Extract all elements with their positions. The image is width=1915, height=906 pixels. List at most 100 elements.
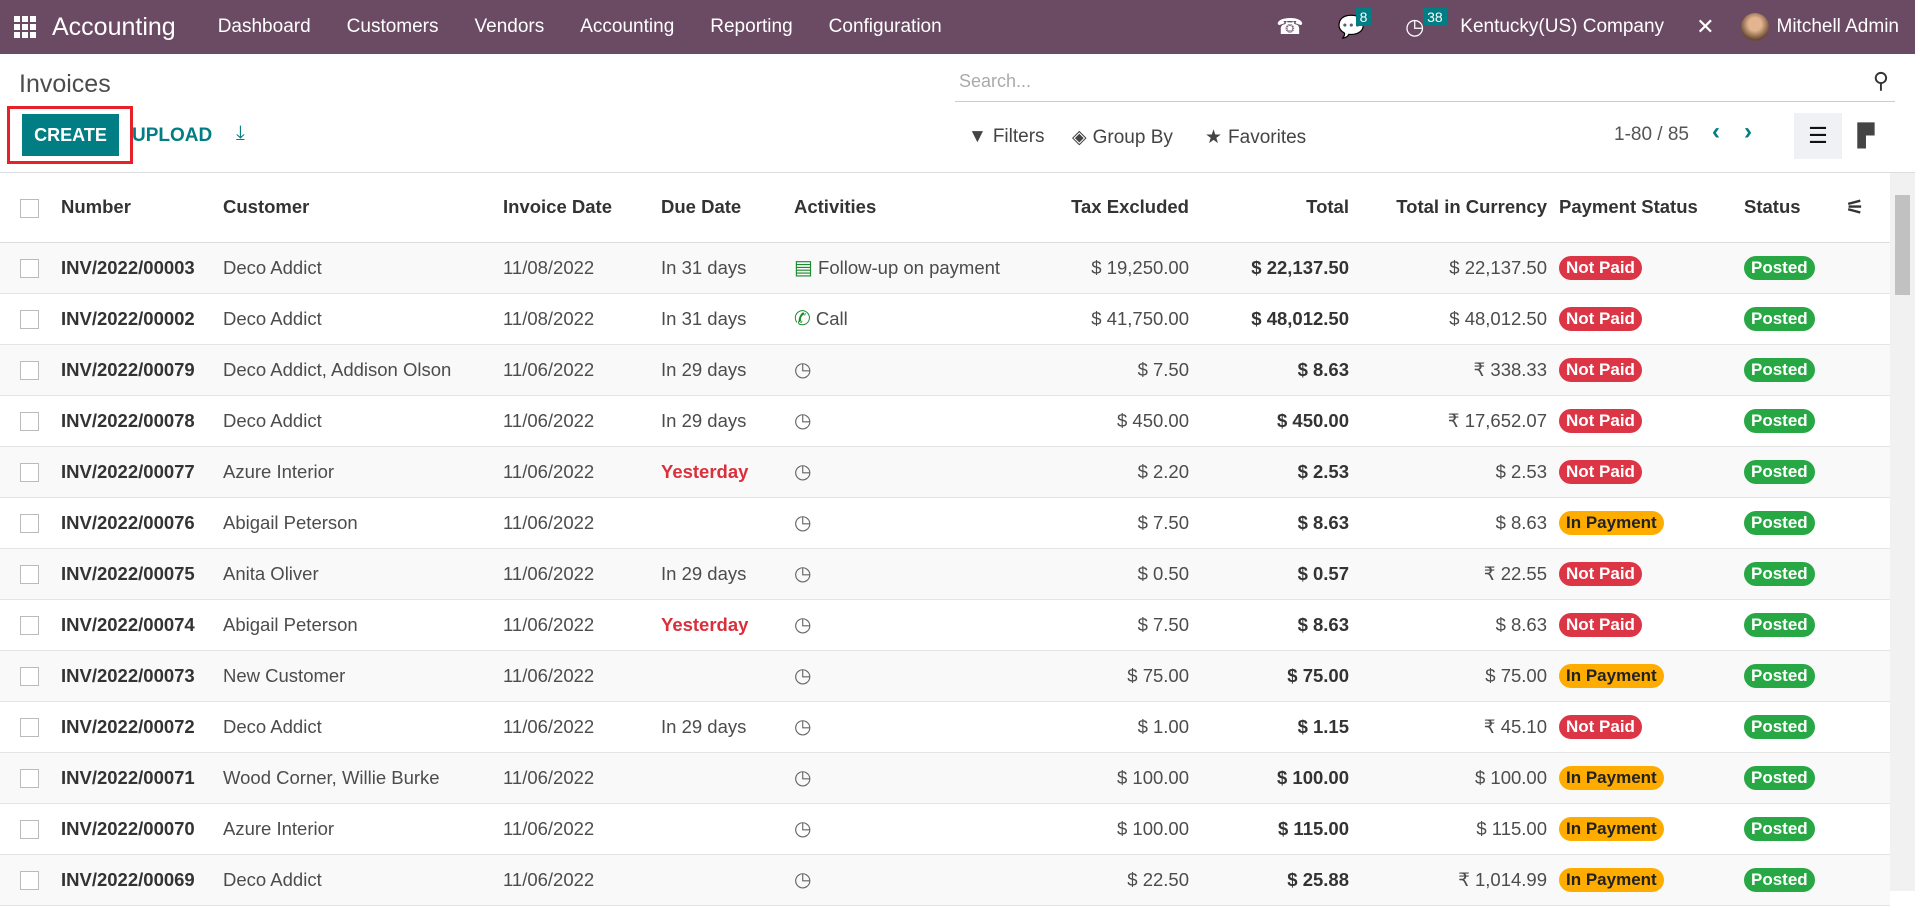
activity-cell[interactable]: ◷: [788, 752, 1040, 804]
user-menu[interactable]: Mitchell Admin: [1777, 16, 1900, 38]
clock-icon[interactable]: ◷: [794, 359, 811, 381]
col-payment-status[interactable]: Payment Status: [1553, 173, 1738, 243]
optional-columns-icon[interactable]: ⚟: [1840, 173, 1890, 243]
menu-reporting[interactable]: Reporting: [710, 16, 792, 38]
row-checkbox[interactable]: [20, 412, 39, 432]
favorites-button[interactable]: ★ Favorites: [1205, 126, 1306, 149]
col-invoice-date[interactable]: Invoice Date: [497, 173, 655, 243]
invoice-date: 11/06/2022: [497, 497, 655, 549]
row-checkbox[interactable]: [20, 310, 39, 330]
row-checkbox[interactable]: [20, 871, 39, 891]
menu-accounting[interactable]: Accounting: [580, 16, 674, 38]
row-checkbox[interactable]: [20, 259, 39, 279]
activity-cell[interactable]: ◷: [788, 803, 1040, 855]
invoice-number: INV/2022/00070: [55, 803, 217, 855]
row-checkbox[interactable]: [20, 463, 39, 483]
company-switcher[interactable]: Kentucky(US) Company: [1460, 16, 1664, 38]
total: $ 8.63: [1195, 344, 1355, 396]
activity-cell[interactable]: ▤ Follow-up on payment: [788, 242, 1040, 294]
row-checkbox[interactable]: [20, 565, 39, 585]
list-icon[interactable]: ▤: [794, 257, 813, 279]
col-activities[interactable]: Activities: [788, 173, 1040, 243]
row-checkbox[interactable]: [20, 769, 39, 789]
pager-next-icon[interactable]: ›: [1744, 118, 1752, 146]
menu-configuration[interactable]: Configuration: [829, 16, 942, 38]
col-status[interactable]: Status: [1738, 173, 1840, 243]
activity-cell[interactable]: ◷: [788, 854, 1040, 906]
avatar[interactable]: [1740, 13, 1769, 41]
menu-dashboard[interactable]: Dashboard: [218, 16, 311, 38]
clock-icon[interactable]: ◷: [794, 512, 811, 534]
table-row[interactable]: INV/2022/00073 New Customer 11/06/2022 ◷…: [0, 650, 1890, 702]
kanban-view-icon[interactable]: ▛: [1842, 113, 1890, 159]
select-all-checkbox[interactable]: [20, 198, 39, 218]
menu-vendors[interactable]: Vendors: [475, 16, 545, 38]
search-icon[interactable]: ⚲: [1873, 68, 1889, 94]
row-checkbox[interactable]: [20, 616, 39, 636]
col-total-currency[interactable]: Total in Currency: [1355, 173, 1553, 243]
activity-cell[interactable]: ◷: [788, 548, 1040, 600]
activity-cell[interactable]: ✆ Call: [788, 293, 1040, 345]
messages-icon[interactable]: 💬 8: [1338, 8, 1372, 40]
row-checkbox[interactable]: [20, 361, 39, 381]
activity-cell[interactable]: ◷: [788, 599, 1040, 651]
clock-icon[interactable]: ◷: [794, 818, 811, 840]
upload-button[interactable]: UPLOAD: [132, 125, 212, 147]
clock-icon[interactable]: ◷: [794, 563, 811, 585]
group-by-button[interactable]: ◈ Group By: [1072, 126, 1173, 149]
invoice-date: 11/06/2022: [497, 548, 655, 600]
activity-cell[interactable]: ◷: [788, 395, 1040, 447]
activity-cell[interactable]: ◷: [788, 497, 1040, 549]
tools-icon[interactable]: ✕: [1696, 14, 1714, 40]
table-row[interactable]: INV/2022/00070 Azure Interior 11/06/2022…: [0, 803, 1890, 855]
app-name[interactable]: Accounting: [52, 13, 176, 42]
table-row[interactable]: INV/2022/00074 Abigail Peterson 11/06/20…: [0, 599, 1890, 651]
status-cell: Posted: [1738, 242, 1840, 294]
col-tax-excluded[interactable]: Tax Excluded: [1040, 173, 1195, 243]
row-checkbox[interactable]: [20, 820, 39, 840]
pager-value[interactable]: 1-80 / 85: [1614, 124, 1689, 146]
col-number[interactable]: Number: [55, 173, 217, 243]
row-select-cell: [0, 701, 55, 753]
activity-cell[interactable]: ◷: [788, 650, 1040, 702]
filters-button[interactable]: ▼ Filters: [968, 126, 1045, 148]
clock-icon[interactable]: ◷: [794, 461, 811, 483]
clock-icon[interactable]: ◷: [794, 716, 811, 738]
table-row[interactable]: INV/2022/00079 Deco Addict, Addison Olso…: [0, 344, 1890, 396]
table-row[interactable]: INV/2022/00069 Deco Addict 11/06/2022 ◷ …: [0, 854, 1890, 906]
download-icon[interactable]: ⤓: [236, 122, 245, 145]
row-checkbox[interactable]: [20, 667, 39, 687]
search-input[interactable]: Search... ⚲: [955, 66, 1895, 102]
pager-prev-icon[interactable]: ‹: [1712, 118, 1720, 146]
scrollbar-thumb[interactable]: [1895, 195, 1910, 295]
phone-icon[interactable]: ✆: [794, 308, 811, 330]
clock-icon[interactable]: ◷: [794, 410, 811, 432]
row-checkbox[interactable]: [20, 718, 39, 738]
clock-icon[interactable]: ◷: [794, 665, 811, 687]
table-row[interactable]: INV/2022/00077 Azure Interior 11/06/2022…: [0, 446, 1890, 498]
col-customer[interactable]: Customer: [217, 173, 497, 243]
activity-cell[interactable]: ◷: [788, 344, 1040, 396]
menu-customers[interactable]: Customers: [347, 16, 439, 38]
clock-icon[interactable]: ◷: [794, 614, 811, 636]
row-checkbox[interactable]: [20, 514, 39, 534]
activity-cell[interactable]: ◷: [788, 446, 1040, 498]
table-row[interactable]: INV/2022/00075 Anita Oliver 11/06/2022 I…: [0, 548, 1890, 600]
scrollbar[interactable]: [1890, 173, 1915, 891]
clock-icon[interactable]: ◷: [794, 869, 811, 891]
table-row[interactable]: INV/2022/00078 Deco Addict 11/06/2022 In…: [0, 395, 1890, 447]
table-row[interactable]: INV/2022/00071 Wood Corner, Willie Burke…: [0, 752, 1890, 804]
list-view-icon[interactable]: ☰: [1794, 113, 1842, 159]
create-button[interactable]: CREATE: [22, 114, 119, 156]
activities-icon[interactable]: ◷ 38: [1405, 8, 1447, 40]
apps-menu-icon[interactable]: [14, 16, 36, 38]
clock-icon[interactable]: ◷: [794, 767, 811, 789]
table-row[interactable]: INV/2022/00003 Deco Addict 11/08/2022 In…: [0, 242, 1890, 294]
activity-cell[interactable]: ◷: [788, 701, 1040, 753]
table-row[interactable]: INV/2022/00076 Abigail Peterson 11/06/20…: [0, 497, 1890, 549]
col-due-date[interactable]: Due Date: [655, 173, 788, 243]
phone-icon[interactable]: ☎: [1276, 14, 1303, 40]
col-total[interactable]: Total: [1195, 173, 1355, 243]
table-row[interactable]: INV/2022/00072 Deco Addict 11/06/2022 In…: [0, 701, 1890, 753]
table-row[interactable]: INV/2022/00002 Deco Addict 11/08/2022 In…: [0, 293, 1890, 345]
